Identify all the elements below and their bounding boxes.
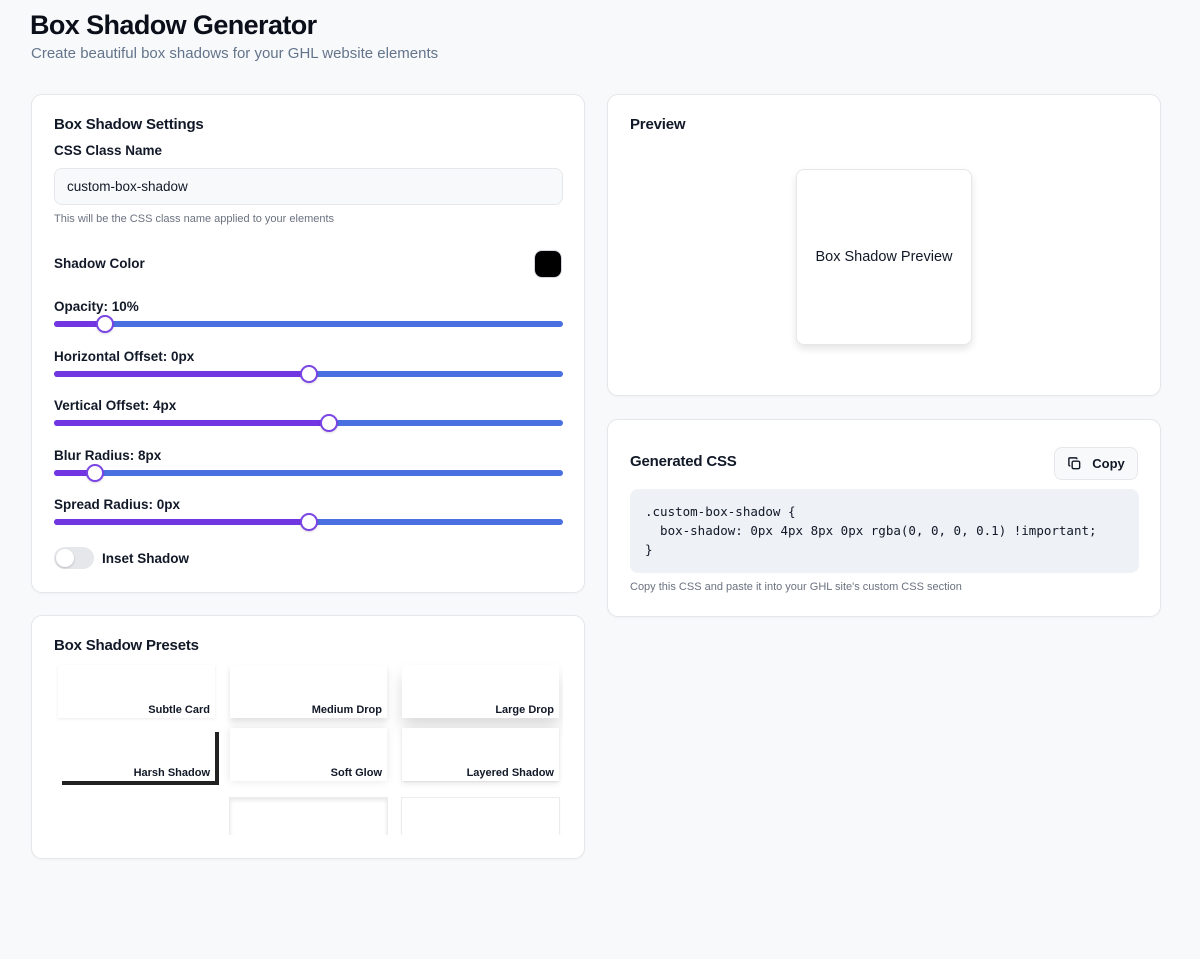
copy-icon [1068,457,1081,470]
slider-fill [54,371,309,377]
slider-fill [54,519,309,525]
preset-medium-drop[interactable]: Medium Drop [230,665,387,718]
class-name-hint: This will be the CSS class name applied … [54,213,335,225]
preset-large-drop[interactable]: Large Drop [402,665,559,718]
shadow-preview-box: Box Shadow Preview [796,169,972,345]
preview-card: Preview Box Shadow Preview [607,94,1161,396]
shadow-color-label: Shadow Color [54,256,145,271]
copy-button[interactable]: Copy [1054,447,1138,480]
slider-thumb[interactable] [299,513,318,531]
preset-item[interactable] [230,798,387,835]
copy-button-label: Copy [1092,456,1125,471]
preset-label: Subtle Card [148,704,210,716]
class-name-input[interactable] [54,168,563,205]
generated-css-title: Generated CSS [630,453,737,470]
spread-radius-label: Spread Radius: 0px [54,497,181,512]
presets-card: Box Shadow Presets Subtle Card Medium Dr… [31,615,585,859]
code-line: } [645,542,653,557]
preset-label: Layered Shadow [466,767,554,779]
blur-radius-slider[interactable] [54,464,563,482]
inset-shadow-label: Inset Shadow [102,551,190,566]
preset-label: Medium Drop [311,704,382,716]
settings-title: Box Shadow Settings [54,116,204,133]
horizontal-offset-slider[interactable] [54,365,563,383]
page-subtitle: Create beautiful box shadows for your GH… [31,45,439,62]
toggle-knob [56,549,74,567]
generated-css-card: Generated CSS Copy .custom-box-shadow { … [607,419,1161,617]
vertical-offset-slider[interactable] [54,414,563,432]
slider-thumb[interactable] [85,464,104,482]
preset-label: Large Drop [495,704,554,716]
preview-box-label: Box Shadow Preview [815,249,953,265]
preset-harsh-shadow[interactable]: Harsh Shadow [58,728,215,781]
presets-title: Box Shadow Presets [54,637,199,654]
slider-track [54,321,563,327]
preset-subtle-card[interactable]: Subtle Card [58,665,215,718]
css-code-block[interactable]: .custom-box-shadow { box-shadow: 0px 4px… [630,489,1139,573]
class-name-label: CSS Class Name [54,143,163,158]
slider-track [54,470,563,476]
shadow-color-picker[interactable] [534,250,562,278]
preset-soft-glow[interactable]: Soft Glow [230,728,387,781]
preset-item[interactable] [58,798,215,835]
vertical-offset-label: Vertical Offset: 4px [54,398,177,413]
page-title: Box Shadow Generator [30,10,317,40]
inset-shadow-toggle[interactable] [54,547,94,569]
slider-thumb[interactable] [319,414,338,432]
code-line: box-shadow: 0px 4px 8px 0px rgba(0, 0, 0… [645,523,1097,538]
settings-card: Box Shadow Settings CSS Class Name This … [31,94,585,593]
preset-label: Soft Glow [330,767,382,779]
opacity-slider[interactable] [54,315,563,333]
preview-title: Preview [630,116,686,133]
slider-thumb[interactable] [95,315,114,333]
code-line: .custom-box-shadow { [645,504,796,519]
slider-thumb[interactable] [299,365,318,383]
preset-item[interactable] [402,798,559,835]
slider-fill [54,420,329,426]
horizontal-offset-label: Horizontal Offset: 0px [54,349,195,364]
spread-radius-slider[interactable] [54,513,563,531]
presets-grid[interactable]: Subtle Card Medium Drop Large Drop Harsh… [54,660,563,835]
preset-label: Harsh Shadow [133,767,210,779]
opacity-label: Opacity: 10% [54,299,139,314]
blur-radius-label: Blur Radius: 8px [54,448,162,463]
css-hint: Copy this CSS and paste it into your GHL… [630,581,962,593]
preset-layered-shadow[interactable]: Layered Shadow [402,728,559,781]
